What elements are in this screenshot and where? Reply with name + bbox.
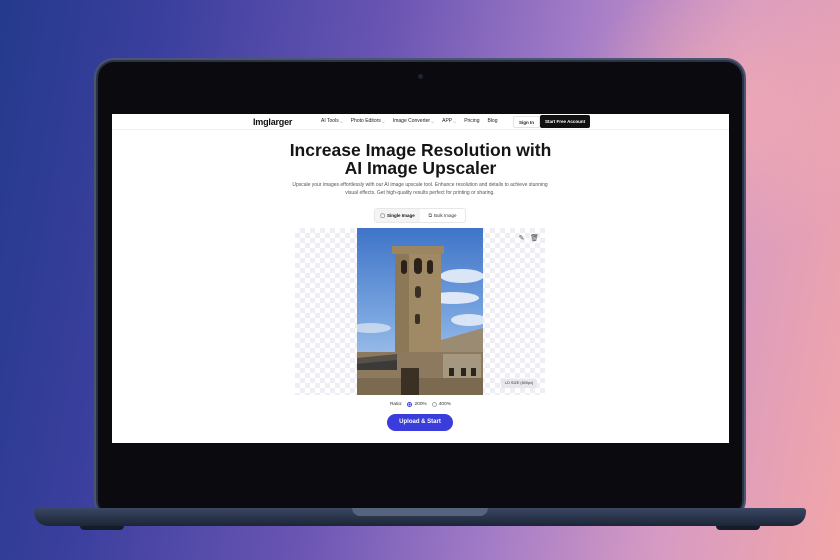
chevron-down-icon: ⌵ — [453, 118, 457, 124]
radio-selected-icon[interactable] — [407, 402, 413, 407]
ratio-option-200[interactable]: 200% — [407, 402, 427, 407]
nav-item-photo-editors[interactable]: Photo Editors ⌵ — [351, 118, 385, 124]
start-free-account-button[interactable]: Start Free Account — [540, 115, 591, 128]
camera — [418, 74, 423, 79]
chevron-down-icon: ⌵ — [431, 118, 435, 124]
tab-label: Single Image — [386, 213, 415, 218]
nav-item-label: Photo Editors — [350, 118, 381, 124]
ratio-option-label: 400% — [438, 402, 452, 407]
chevron-down-icon: ⌵ — [339, 118, 343, 124]
nav-item-blog[interactable]: Blog — [487, 118, 497, 124]
nav-item-label: Pricing — [464, 118, 480, 124]
top-nav: Imglarger AI Tools ⌵ Photo Editors ⌵ Image… — [112, 114, 729, 130]
radio-icon[interactable] — [431, 402, 437, 407]
browser-screen: Imglarger AI Tools ⌵ Photo Editors ⌵ Image… — [112, 114, 729, 443]
chevron-down-icon: ⌵ — [381, 118, 385, 124]
ratio-selector: Ratio: 200% 400% — [112, 402, 729, 407]
image-preview: ✎ 🗑 LD SIZE (800px) — [295, 228, 545, 395]
images-icon: ⧉ — [428, 212, 433, 219]
tab-bulk-image[interactable]: ⧉ Bulk Image — [420, 209, 465, 222]
tab-single-image[interactable]: ▢ Single Image — [375, 209, 420, 222]
sign-in-button[interactable]: Sign In — [513, 116, 540, 128]
laptop-foot — [80, 526, 124, 530]
laptop-notch — [352, 508, 488, 516]
logo[interactable]: Imglarger — [253, 117, 292, 127]
laptop-foot — [716, 526, 760, 530]
trash-icon[interactable]: 🗑 — [530, 234, 539, 243]
page-title: Increase Image Resolution with AI Image … — [289, 140, 552, 178]
ratio-option-label: 200% — [414, 402, 427, 407]
nav-item-ai-tools[interactable]: AI Tools ⌵ — [321, 118, 343, 124]
page-subtitle: Upscale your images effortlessly with ou… — [292, 182, 548, 196]
nav-item-label: Blog — [487, 118, 498, 124]
ratio-option-400[interactable]: 400% — [431, 402, 452, 407]
upload-start-button[interactable]: Upload & Start — [387, 414, 453, 431]
nav-item-label: AI Tools — [321, 118, 339, 124]
nav-item-label: APP — [442, 118, 453, 124]
nav-menu: AI Tools ⌵ Photo Editors ⌵ Image Converter… — [321, 118, 498, 124]
tab-label: Bulk Image — [434, 213, 457, 218]
uploaded-photo — [357, 228, 483, 395]
ratio-label: Ratio: — [389, 402, 403, 407]
mode-tabs: ▢ Single Image ⧉ Bulk Image — [374, 208, 466, 223]
edit-icon[interactable]: ✎ — [517, 234, 526, 243]
image-icon: ▢ — [380, 212, 385, 219]
nav-item-pricing[interactable]: Pricing — [464, 118, 479, 124]
nav-item-app[interactable]: APP ⌵ — [442, 118, 456, 124]
nav-item-label: Image Converter — [392, 118, 431, 124]
size-badge: LD SIZE (800px) — [501, 379, 538, 388]
nav-item-image-converter[interactable]: Image Converter ⌵ — [393, 118, 434, 124]
